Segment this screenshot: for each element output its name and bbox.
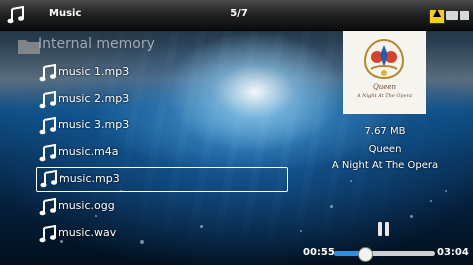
file-label: music 1.mp3 [58,65,130,78]
bubble [410,215,413,218]
file-list: music 1.mp3 music 2.mp3 music 3.mp3 music.m… [36,60,288,247]
file-label: music.mp3 [59,172,120,185]
music-note-icon [39,116,57,135]
progress-bar[interactable] [334,247,435,262]
bubble [430,200,432,202]
music-note-icon [39,63,57,82]
bubble [330,205,333,208]
folder-icon [18,40,40,54]
music-note-icon [39,90,57,109]
file-label: music 2.mp3 [58,91,130,105]
queen-crest-image [363,38,405,80]
music-note-icon [39,197,57,216]
file-label: music.ogg [58,199,115,212]
elapsed-time: 00:55 [303,247,335,258]
bubble [350,180,352,182]
music-note-icon [39,224,57,243]
file-label: music 3.mp3 [58,118,130,131]
total-time: 03:04 [437,247,469,258]
music-note-icon [39,143,57,162]
file-item[interactable]: music.mp3 [36,167,288,192]
folder-icon [446,11,458,20]
pause-button[interactable] [378,222,390,236]
file-size: 7.67 MB [364,126,406,137]
top-bar: Music 5/7 [0,0,473,31]
music-note-icon [7,6,24,24]
file-label: music.m4a [58,144,119,158]
folder-label: Internal memory [38,36,155,52]
music-note-icon [40,169,58,188]
file-item[interactable]: music.ogg [36,194,288,221]
album-art-title: A Night At The Opera [356,93,413,99]
file-label: music.wav [58,225,117,239]
album-name: A Night At The Opera [331,160,439,171]
battery-icon [460,11,469,20]
file-item[interactable]: music.m4a [36,140,288,167]
album-art-band: Queen [372,83,397,91]
bubble [300,230,302,232]
bubble [445,190,447,192]
file-item[interactable]: music 2.mp3 [36,87,288,114]
track-counter: 5/7 [230,8,248,19]
file-item[interactable]: music 3.mp3 [36,113,288,140]
album-art: Queen A Night At The Opera [343,31,426,114]
file-item[interactable]: music.wav [36,221,288,248]
file-item[interactable]: music 1.mp3 [36,60,288,87]
warning-icon [429,9,445,24]
app-title: Music [49,8,82,19]
artist-name: Queen [368,144,402,155]
